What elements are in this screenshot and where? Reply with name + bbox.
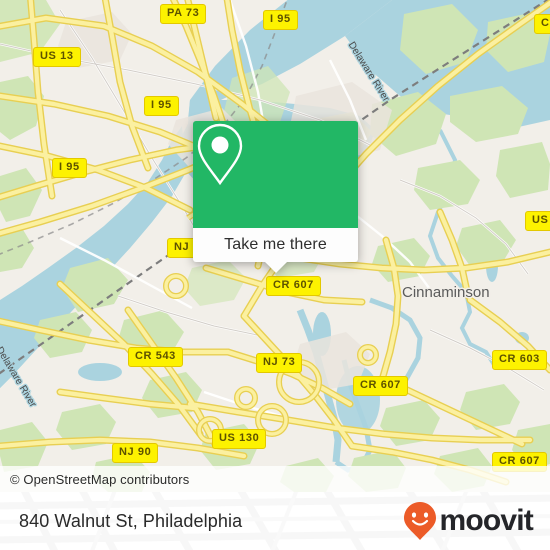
location-pin-icon [197, 123, 243, 186]
attribution-text[interactable]: © OpenStreetMap contributors [0, 472, 189, 487]
moovit-smiley-pin-icon [404, 502, 437, 540]
shield-c-partial[interactable]: C [534, 14, 550, 34]
shield-cr-607-mid[interactable]: CR 607 [266, 276, 321, 296]
shield-cr-543[interactable]: CR 543 [128, 347, 183, 367]
popup-action-bar[interactable]: Take me there [193, 228, 358, 262]
popup-image-area [193, 121, 358, 228]
shield-nj-partial[interactable]: NJ [167, 238, 197, 258]
shield-cr-607-low[interactable]: CR 607 [353, 376, 408, 396]
footer-bar: 840 Walnut St, Philadelphia moovit [0, 492, 550, 550]
map-attribution-bar: © OpenStreetMap contributors [0, 466, 550, 492]
shield-us-130[interactable]: US 130 [212, 429, 267, 449]
moovit-map-screenshot: PA 73 I 95 US 13 I 95 C I 95 US 3 NJ CR … [0, 0, 550, 550]
take-me-there-label: Take me there [224, 236, 327, 253]
address-label: 840 Walnut St, Philadelphia [19, 510, 243, 531]
shield-nj-73[interactable]: NJ 73 [256, 353, 303, 373]
place-label-cinnaminson: Cinnaminson [402, 284, 490, 301]
shield-i-95-top[interactable]: I 95 [263, 10, 298, 30]
shield-i-95-mid[interactable]: I 95 [144, 96, 179, 116]
shield-pa-73[interactable]: PA 73 [160, 4, 207, 24]
moovit-logo[interactable]: moovit [403, 501, 550, 541]
popup-pointer-tail [264, 262, 287, 273]
shield-nj-90[interactable]: NJ 90 [112, 443, 159, 463]
shield-i-95-left[interactable]: I 95 [52, 158, 87, 178]
shield-us-13[interactable]: US 13 [33, 47, 81, 67]
moovit-wordmark: moovit [439, 504, 533, 537]
map-canvas[interactable]: PA 73 I 95 US 13 I 95 C I 95 US 3 NJ CR … [0, 0, 550, 492]
destination-popup-card[interactable]: Take me there [193, 121, 358, 273]
shield-cr-603[interactable]: CR 603 [492, 350, 547, 370]
shield-us-30-right[interactable]: US 3 [525, 211, 550, 231]
